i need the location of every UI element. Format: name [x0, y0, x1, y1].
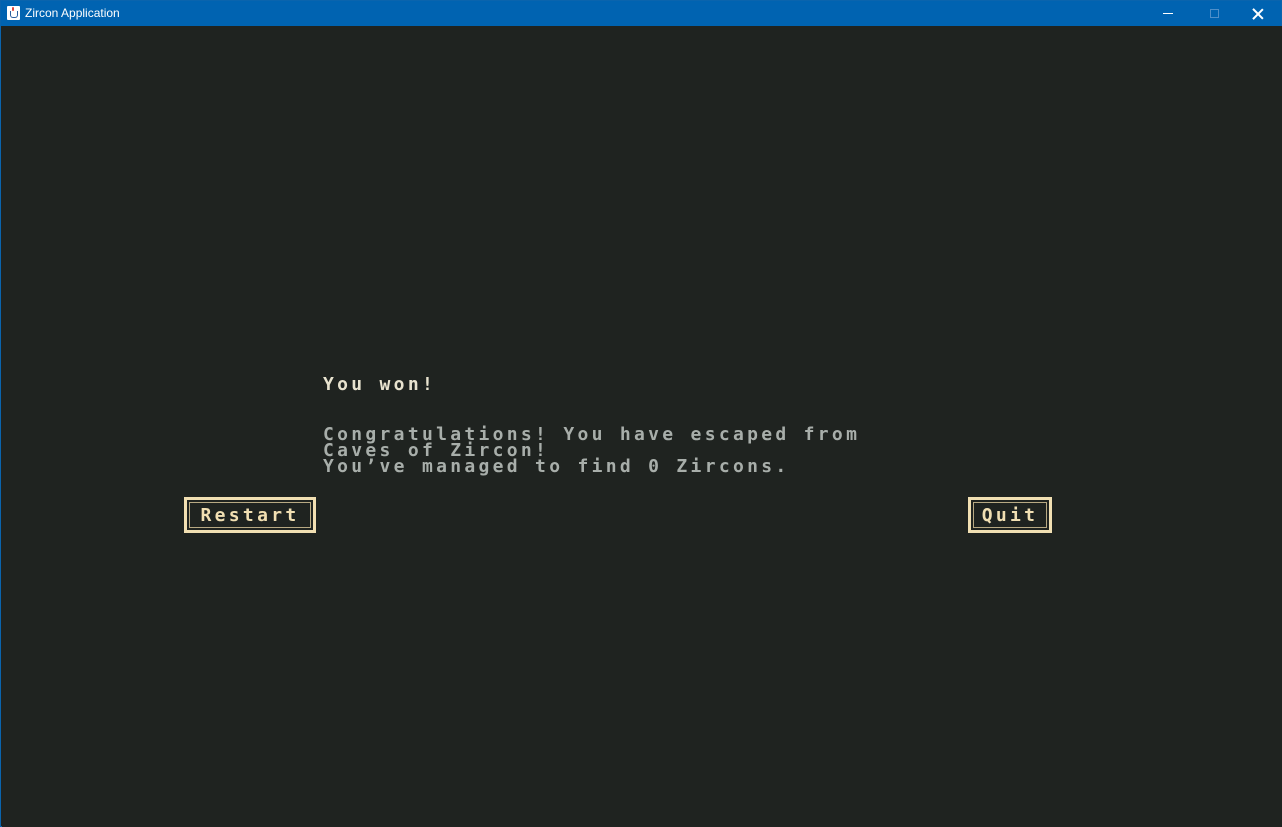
win-heading: You won!	[323, 374, 437, 395]
minimize-button[interactable]	[1145, 1, 1191, 26]
message-line: You’ve managed to find 0 Zircons.	[323, 456, 790, 477]
title-bar[interactable]: Zircon Application	[1, 1, 1281, 26]
close-icon	[1252, 8, 1264, 20]
java-cup-icon	[7, 6, 20, 20]
window-title: Zircon Application	[25, 6, 120, 20]
app-window: Zircon Application You won! Congratulati…	[0, 0, 1282, 827]
maximize-icon	[1209, 9, 1219, 18]
minimize-icon	[1163, 13, 1173, 14]
restart-button[interactable]: Restart	[184, 497, 316, 533]
close-button[interactable]	[1235, 1, 1281, 26]
quit-button[interactable]: Quit	[968, 497, 1052, 533]
game-screen: You won! Congratulations! You have escap…	[2, 26, 1282, 827]
maximize-button[interactable]	[1191, 1, 1237, 26]
